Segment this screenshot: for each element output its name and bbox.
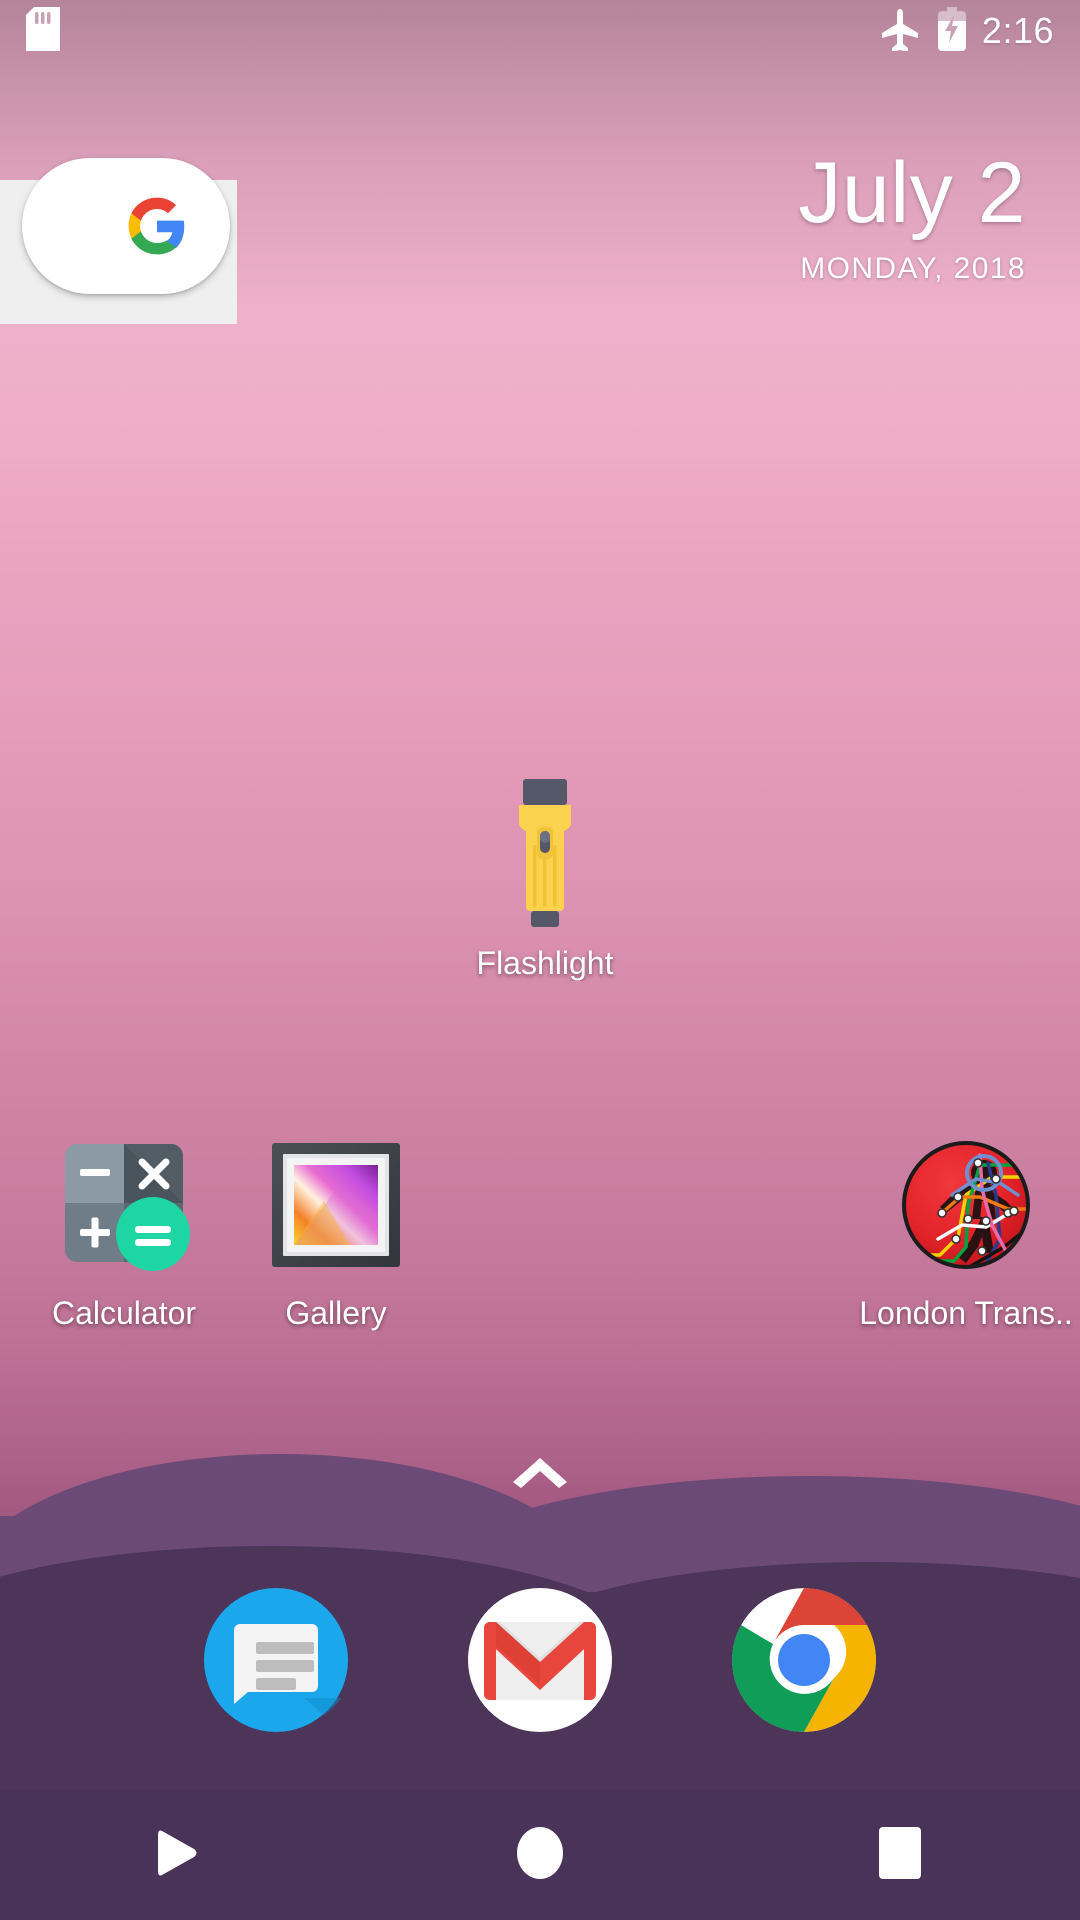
back-triangle-icon [158,1827,202,1884]
nav-recents-button[interactable] [820,1790,980,1920]
recents-square-icon [877,1826,923,1884]
messages-icon [196,1588,356,1744]
london-transport-icon [858,1130,1074,1280]
app-icon-calculator[interactable]: Calculator [16,1130,232,1331]
app-icon-london-transport[interactable]: London Trans.. [858,1130,1074,1331]
flashlight-icon [437,779,653,930]
app-icon-flashlight[interactable]: Flashlight [437,779,653,981]
app-label: Gallery [285,1296,387,1331]
dock-item-gmail[interactable] [460,1580,620,1740]
airplane-mode-icon [878,7,922,56]
gallery-icon [228,1130,444,1280]
app-icon-gallery[interactable]: Gallery [228,1130,444,1331]
home-screen: 2:16 July 2 MONDAY, 2018 Flashlight Calc… [0,0,1080,1920]
app-label: Flashlight [476,946,614,981]
sd-card-icon [26,6,60,56]
navigation-bar [0,1790,1080,1920]
google-g-logo [126,195,188,257]
google-search-widget[interactable] [22,158,230,294]
home-circle-icon [514,1826,566,1884]
dock-item-messages[interactable] [196,1580,356,1740]
status-bar-clock: 2:16 [981,10,1054,51]
app-label: Calculator [51,1296,197,1331]
date-widget-date: July 2 [798,145,1026,241]
status-bar[interactable]: 2:16 [0,0,1080,62]
calculator-icon [16,1130,232,1280]
dock-item-chrome[interactable] [724,1580,884,1740]
gmail-icon [460,1588,620,1744]
nav-home-button[interactable] [460,1790,620,1920]
battery-charging-icon [937,6,966,56]
date-widget[interactable]: July 2 MONDAY, 2018 [798,150,1026,286]
app-drawer-handle[interactable] [500,1448,580,1498]
chrome-icon [724,1588,884,1744]
date-widget-day-year: MONDAY, 2018 [800,252,1026,285]
dock [0,1580,1080,1740]
app-label: London Trans.. [859,1296,1073,1331]
nav-back-button[interactable] [100,1790,260,1920]
chevron-up-icon [509,1452,571,1495]
